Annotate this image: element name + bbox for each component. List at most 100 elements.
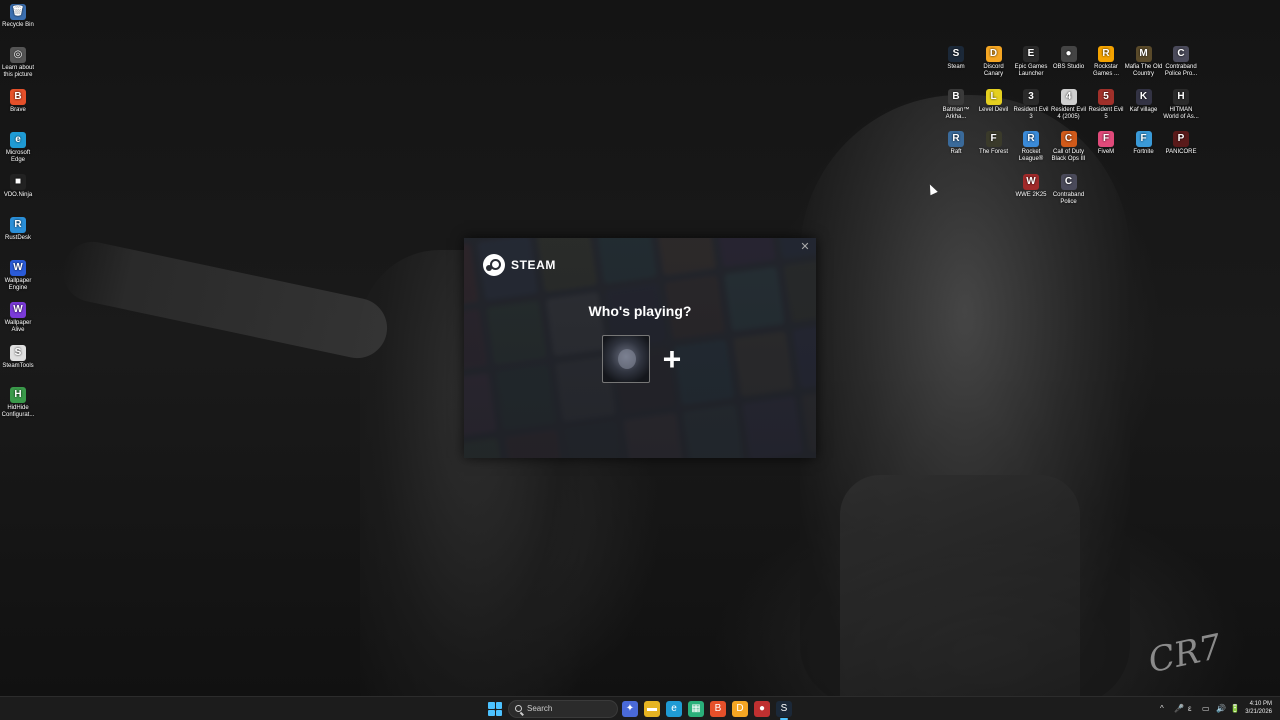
desktop-icon-recycle-bin[interactable]: 🗑 Recycle Bin	[0, 4, 38, 29]
edge-icon[interactable]: e	[666, 701, 682, 717]
desktop-icon-wallpaper-engine[interactable]: W Wallpaper Engine	[0, 259, 38, 292]
desktop-icon-label: PANICORE	[1165, 149, 1197, 155]
desktop-icon-label: Microsoft Edge	[5, 149, 31, 163]
desktop-icon-resident-evil-3[interactable]: 3 Resident Evil 3	[1011, 88, 1051, 121]
desktop-icon-microsoft-edge[interactable]: e Microsoft Edge	[0, 131, 38, 164]
desktop-icon-steamtools[interactable]: S SteamTools	[0, 344, 38, 370]
desktop-icon-wallpaper-alive[interactable]: W Wallpaper Alive	[0, 302, 38, 334]
taskbar-search[interactable]: Search	[508, 700, 618, 718]
desktop-icon-label: Level Devil	[978, 106, 1009, 113]
vdo-ninja-icon: ■	[10, 174, 26, 191]
batman-arkha-icon: B	[948, 88, 964, 105]
hidhide-configurat-icon: H	[10, 387, 26, 404]
panicore-icon: P	[1173, 131, 1189, 147]
desktop-icon-brave[interactable]: B Brave	[0, 89, 38, 114]
desktop-icon-steam[interactable]: S Steam	[936, 46, 976, 71]
desktop-icon-epic-games-launcher[interactable]: E Epic Games Launcher	[1011, 46, 1051, 78]
resident-evil-3-icon: 3	[1023, 88, 1039, 105]
desktop-icon-label: Steam	[947, 64, 965, 70]
desktop-icon-hitman-world-of-as[interactable]: H HITMAN World of As...	[1161, 88, 1201, 121]
rockstar-games-icon: R	[1098, 46, 1114, 62]
rocket-league-icon: R	[1023, 131, 1039, 147]
steamtools-icon: S	[10, 344, 26, 361]
brave-icon: B	[10, 89, 26, 106]
desktop-icon-label: Fortnite	[1133, 149, 1154, 155]
desktop-icon-label: Brave	[10, 107, 26, 114]
desktop-icon-label: Mafia The Old Country	[1124, 64, 1163, 77]
desktop-icon-label: VDO.Ninja	[3, 192, 33, 199]
desktop-icon-fortnite[interactable]: F Fortnite	[1124, 131, 1164, 156]
desktop-icon-contraband-police-pro[interactable]: C Contraband Police Pro...	[1161, 46, 1201, 78]
account-avatar[interactable]	[602, 335, 650, 383]
desktop-icon-label: Wallpaper Engine	[4, 277, 32, 291]
steam-logo-icon	[483, 254, 505, 276]
steam-account-picker: STEAM ✕ Who's playing? +	[464, 238, 816, 458]
hitman-world-of-as-icon: H	[1173, 88, 1189, 105]
red-app-icon[interactable]: ●	[754, 701, 770, 717]
recycle-bin-icon: 🗑	[10, 4, 26, 20]
steam-logo: STEAM	[483, 254, 556, 276]
desktop-icon-hidhide-configurat[interactable]: H HidHide Configurat...	[0, 387, 38, 419]
desktop-icon-vdo-ninja[interactable]: ■ VDO.Ninja	[0, 174, 38, 199]
file-explorer-icon[interactable]: ▬	[644, 701, 660, 717]
desktop-icon-label: FiveM	[1097, 149, 1115, 155]
desktop-icon-discord-canary[interactable]: D Discord Canary	[974, 46, 1014, 78]
battery-icon[interactable]: 🔋	[1230, 697, 1240, 720]
desktop-icon-level-devil[interactable]: L Level Devil	[974, 88, 1014, 114]
desktop-icon-the-forest[interactable]: F The Forest	[974, 131, 1014, 156]
desktop-icon-label: Resident Evil 4 (2005)	[1050, 106, 1086, 120]
desktop-icon-panicore[interactable]: P PANICORE	[1161, 131, 1201, 156]
green-app-icon[interactable]: ▦	[688, 701, 704, 717]
desktop-icon-raft[interactable]: R Raft	[936, 131, 976, 156]
display-icon[interactable]: ▭	[1202, 697, 1210, 720]
desktop-icon-resident-evil-4-2005[interactable]: 4 Resident Evil 4 (2005)	[1049, 88, 1089, 121]
steam-logo-text: STEAM	[511, 258, 556, 272]
mafia-the-old-country-icon: M	[1135, 46, 1152, 62]
start-button[interactable]	[488, 702, 502, 716]
taskbar: Search ✦ ▬ e ▦ B D ● S ^ 🎤 ε ▭ 🔊 🔋 4:10 PM 3/21/2026	[0, 696, 1280, 720]
brave-icon[interactable]: B	[710, 701, 726, 717]
close-icon[interactable]: ✕	[798, 240, 812, 254]
steam-icon: S	[948, 46, 964, 62]
copilot-icon[interactable]: ✦	[622, 701, 638, 717]
desktop-icon-contraband-police[interactable]: C Contraband Police	[1049, 173, 1089, 206]
desktop-icon-obs-studio[interactable]: ● OBS Studio	[1049, 46, 1089, 71]
steam-icon[interactable]: S	[776, 701, 792, 717]
desktop-icon-label: Learn about this picture	[1, 64, 35, 78]
microphone-icon[interactable]: 🎤	[1174, 697, 1184, 720]
desktop-icon-label: Rockstar Games ...	[1092, 64, 1119, 77]
clock-time: 4:10 PM	[1249, 701, 1272, 707]
desktop-icon-label: Resident Evil 5	[1088, 106, 1124, 120]
volume-icon[interactable]: 🔊	[1216, 697, 1226, 720]
desktop-icon-label: Contraband Police Pro...	[1164, 64, 1198, 77]
language-icon[interactable]: ε	[1188, 697, 1192, 720]
wallpaper-alive-icon: W	[10, 302, 26, 319]
desktop-icon-learn-about-this-picture[interactable]: ◎ Learn about this picture	[0, 46, 38, 79]
desktop-icon-label: Kaf village	[1129, 106, 1158, 113]
call-of-duty-black-ops-iii-icon: C	[1060, 131, 1077, 147]
clock[interactable]: 4:10 PM 3/21/2026	[1245, 700, 1272, 716]
show-hidden-icons[interactable]: ^	[1160, 697, 1164, 720]
desktop-icon-label: Call of Duty Black Ops III	[1051, 149, 1086, 162]
desktop-icon-mafia-the-old-country[interactable]: M Mafia The Old Country	[1124, 46, 1164, 78]
wwe-2k25-icon: W	[1023, 173, 1039, 190]
discord-canary-icon[interactable]: D	[732, 701, 748, 717]
learn-about-this-picture-icon: ◎	[10, 46, 26, 63]
desktop-icon-resident-evil-5[interactable]: 5 Resident Evil 5	[1086, 88, 1126, 121]
wallpaper-arm	[57, 236, 393, 364]
desktop-icon-kaf-village[interactable]: K Kaf village	[1124, 88, 1164, 114]
desktop-icon-rockstar-games[interactable]: R Rockstar Games ...	[1086, 46, 1126, 78]
desktop-icon-fivem[interactable]: F FiveM	[1086, 131, 1126, 156]
desktop-icon-call-of-duty-black-ops-iii[interactable]: C Call of Duty Black Ops III	[1049, 131, 1089, 163]
resident-evil-5-icon: 5	[1098, 88, 1114, 105]
add-account-button[interactable]: +	[657, 341, 687, 377]
desktop-icon-rustdesk[interactable]: R RustDesk	[0, 217, 38, 242]
desktop-icon-rocket-league[interactable]: R Rocket League®	[1011, 131, 1051, 163]
desktop-icon-label: Wallpaper Alive	[4, 320, 32, 334]
desktop-icon-wwe-2k25[interactable]: W WWE 2K25	[1011, 173, 1051, 199]
desktop-icon-label: Recycle Bin	[2, 22, 34, 28]
raft-icon: R	[948, 131, 964, 147]
wallpaper-signature: CR7	[1144, 626, 1225, 682]
desktop-icon-batman-arkha[interactable]: B Batman™ Arkha...	[936, 88, 976, 121]
microsoft-edge-icon: e	[10, 131, 26, 148]
